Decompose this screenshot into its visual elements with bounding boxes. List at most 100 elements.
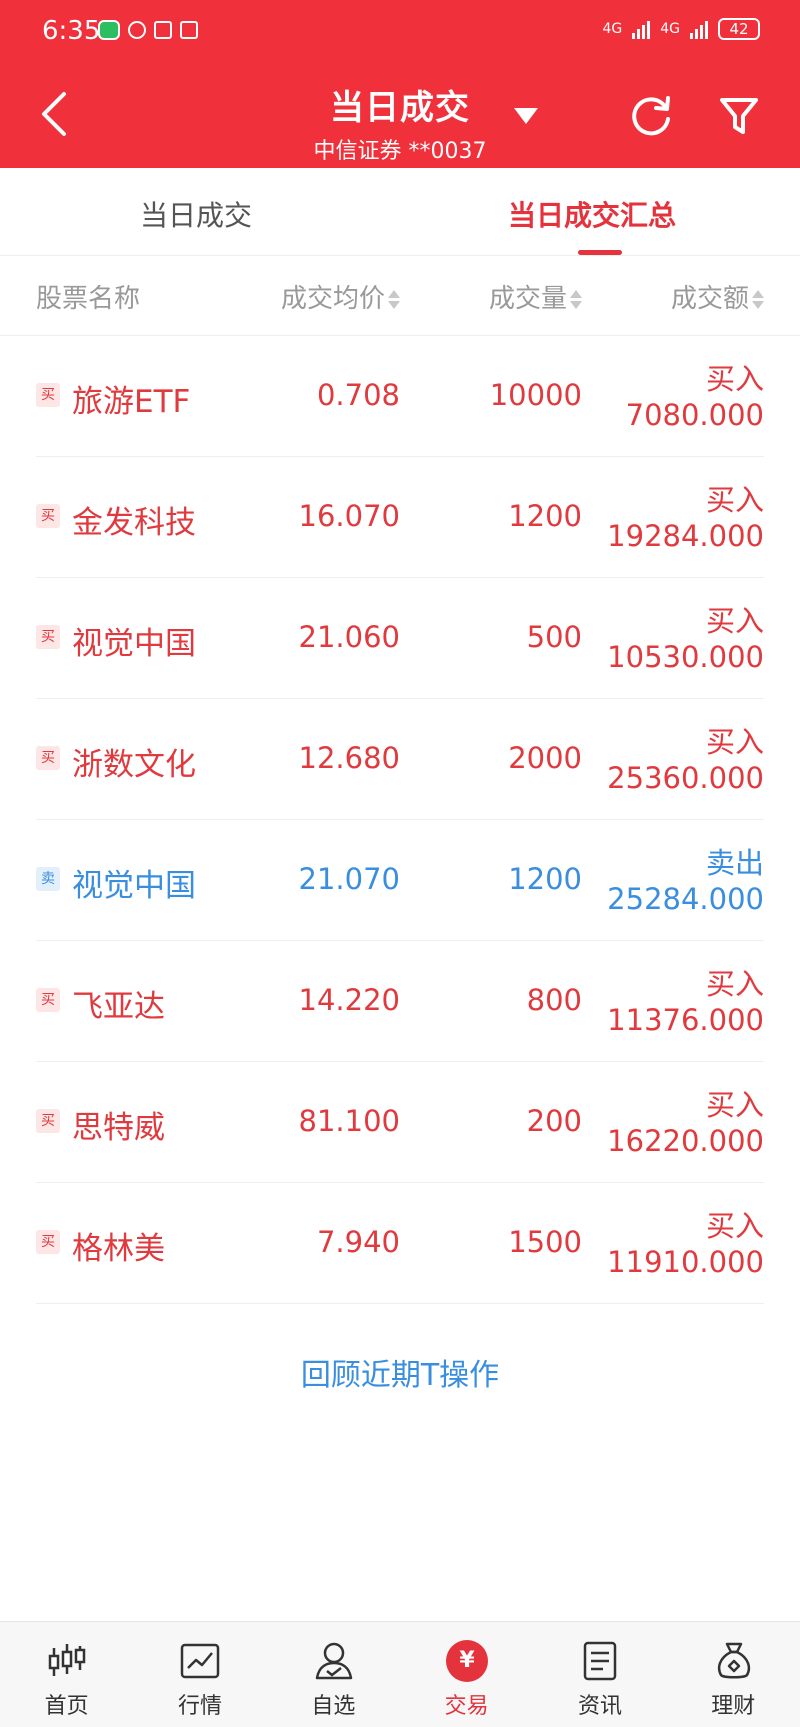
table-row[interactable]: 买 思特威 81.100 200 买入 16220.000 <box>36 1062 764 1183</box>
trade-type-badge: 卖 <box>36 867 60 891</box>
stock-name: 金发科技 <box>72 505 196 541</box>
volume: 200 <box>526 1104 582 1138</box>
tab-today-summary[interactable]: 当日成交汇总 <box>508 194 676 234</box>
trade-type-badge: 买 <box>36 746 60 770</box>
signal-icon-2 <box>690 19 708 39</box>
volume: 2000 <box>508 741 582 775</box>
tab-bar: 当日成交 当日成交汇总 <box>0 168 800 256</box>
nav-label: 行情 <box>177 1694 222 1719</box>
money-bag-icon <box>717 1642 750 1679</box>
filter-button[interactable] <box>718 94 760 138</box>
trade-side: 买入 <box>705 1209 764 1243</box>
trade-type-badge: 买 <box>36 383 60 407</box>
nav-home[interactable]: 首页 <box>0 1622 133 1727</box>
nav-market[interactable]: 行情 <box>133 1622 266 1727</box>
chart-icon <box>181 1643 220 1679</box>
table-row[interactable]: 卖 视觉中国 21.070 1200 卖出 25284.000 <box>36 820 764 941</box>
status-right-icons: 4G 4G 42 <box>602 18 760 40</box>
refresh-button[interactable] <box>628 92 674 138</box>
avg-price: 16.070 <box>298 499 400 533</box>
table-row[interactable]: 买 旅游ETF 0.708 10000 买入 7080.000 <box>36 336 764 457</box>
alarm-icon <box>128 21 146 39</box>
chevron-left-icon <box>42 92 66 136</box>
wechat-icon <box>98 20 120 40</box>
trade-side: 买入 <box>705 725 764 759</box>
candlestick-icon <box>48 1644 86 1676</box>
column-header-amount[interactable]: 成交额 <box>671 278 764 315</box>
trade-list: 买 旅游ETF 0.708 10000 买入 7080.000 买 金发科技 1… <box>0 336 800 1304</box>
avg-price: 0.708 <box>316 378 400 412</box>
title-block[interactable]: 当日成交 中信证券 **0037 <box>250 80 550 165</box>
table-row[interactable]: 买 视觉中国 21.060 500 买入 10530.000 <box>36 578 764 699</box>
table-row[interactable]: 买 金发科技 16.070 1200 买入 19284.000 <box>36 457 764 578</box>
trade-side: 买入 <box>705 1088 764 1122</box>
volume: 500 <box>526 620 582 654</box>
document-icon <box>584 1641 617 1681</box>
column-header-volume[interactable]: 成交量 <box>489 278 582 315</box>
status-notification-icons <box>98 20 198 40</box>
bluetooth-icon <box>154 21 172 39</box>
avg-price: 21.060 <box>298 620 400 654</box>
battery-icon: 42 <box>718 18 760 40</box>
amount: 7080.000 <box>625 398 764 432</box>
network-4g-label-1: 4G <box>602 21 623 37</box>
tab-today-trades[interactable]: 当日成交 <box>140 194 252 234</box>
nav-label: 交易 <box>444 1694 489 1719</box>
avg-price: 12.680 <box>298 741 400 775</box>
sort-icon <box>570 289 582 311</box>
table-row[interactable]: 买 格林美 7.940 1500 买入 11910.000 <box>36 1183 764 1304</box>
trade-type-badge: 买 <box>36 1230 60 1254</box>
nav-trade[interactable]: ¥ 交易 <box>400 1622 533 1727</box>
yen-icon: ¥ <box>445 1640 488 1682</box>
status-bar: 6:35 4G 4G 42 <box>0 0 800 66</box>
vibrate-icon <box>180 21 198 39</box>
signal-icon <box>632 19 651 39</box>
table-row[interactable]: 买 飞亚达 14.220 800 买入 11376.000 <box>36 941 764 1062</box>
app-header: 6:35 4G 4G 42 当日成交 中信证券 **0037 <box>0 0 800 168</box>
amount: 11376.000 <box>607 1003 764 1037</box>
nav-wealth[interactable]: 理财 <box>667 1622 800 1727</box>
trade-side: 买入 <box>705 483 764 517</box>
amount: 11910.000 <box>607 1245 764 1279</box>
trade-side: 买入 <box>705 362 764 396</box>
account-subtitle: 中信证券 **0037 <box>313 139 487 164</box>
avg-price: 21.070 <box>298 862 400 896</box>
trade-side: 卖出 <box>705 846 764 880</box>
avg-price: 81.100 <box>298 1104 400 1138</box>
volume: 1500 <box>508 1225 582 1259</box>
volume: 10000 <box>489 378 582 412</box>
bottom-nav: 首页 行情 自选 ¥ 交易 资讯 理财 <box>0 1621 800 1727</box>
column-header-amount-label: 成交额 <box>670 284 749 314</box>
filter-icon <box>720 98 758 134</box>
trade-type-badge: 买 <box>36 988 60 1012</box>
back-button[interactable] <box>34 88 74 140</box>
trade-type-badge: 买 <box>36 1109 60 1133</box>
nav-label: 理财 <box>711 1694 756 1719</box>
sort-icon <box>388 289 400 311</box>
stock-name: 浙数文化 <box>72 747 196 783</box>
avg-price: 14.220 <box>298 983 400 1017</box>
stock-name: 格林美 <box>72 1231 165 1267</box>
nav-watchlist[interactable]: 自选 <box>267 1622 400 1727</box>
stock-name: 旅游ETF <box>72 384 191 420</box>
user-check-icon <box>315 1642 352 1680</box>
trade-type-badge: 买 <box>36 504 60 528</box>
trade-side: 买入 <box>705 967 764 1001</box>
amount: 25284.000 <box>607 882 764 916</box>
volume: 1200 <box>508 862 582 896</box>
table-row[interactable]: 买 浙数文化 12.680 2000 买入 25360.000 <box>36 699 764 820</box>
stock-name: 视觉中国 <box>72 626 196 662</box>
avg-price: 7.940 <box>316 1225 400 1259</box>
nav-news[interactable]: 资讯 <box>533 1622 666 1727</box>
trade-side: 买入 <box>705 604 764 638</box>
nav-label: 资讯 <box>577 1694 622 1719</box>
review-recent-t-link[interactable]: 回顾近期T操作 <box>0 1350 800 1394</box>
trade-type-badge: 买 <box>36 625 60 649</box>
tab-active-indicator <box>578 250 622 255</box>
column-header-price[interactable]: 成交均价 <box>281 278 400 315</box>
page-title: 当日成交 <box>330 88 470 128</box>
volume: 800 <box>526 983 582 1017</box>
amount: 25360.000 <box>607 761 764 795</box>
stock-name: 视觉中国 <box>72 868 196 904</box>
dropdown-caret-icon[interactable] <box>514 108 538 124</box>
